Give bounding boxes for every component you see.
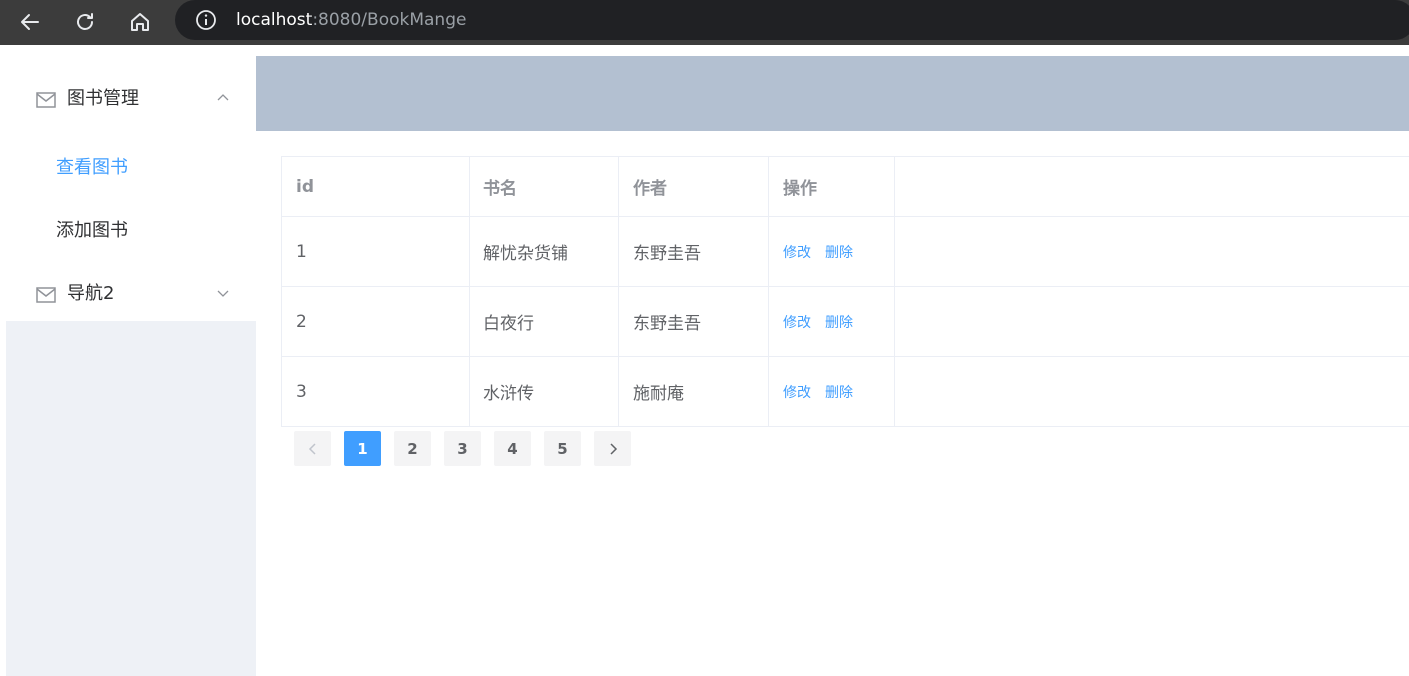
table-row: 1 解忧杂货铺 东野圭吾 修改 删除: [281, 217, 1409, 287]
column-header-id: id: [281, 157, 470, 216]
cell-book-name: 白夜行: [469, 287, 619, 356]
prev-page-button[interactable]: [294, 431, 331, 466]
table-row: 3 水浒传 施耐庵 修改 删除: [281, 357, 1409, 427]
submenu-title-label: 导航2: [67, 283, 115, 304]
cell-actions: 修改 删除: [769, 217, 895, 286]
column-header-author: 作者: [619, 157, 769, 216]
address-bar[interactable]: localhost:8080/BookMange: [175, 0, 1409, 40]
page-button-3[interactable]: 3: [444, 431, 481, 466]
chevron-right-icon: [609, 442, 617, 455]
sidebar-menu: 图书管理 查看图书 添加图书 导航2: [6, 56, 256, 321]
info-icon[interactable]: [195, 9, 217, 31]
url-path: :8080/BookMange: [312, 10, 467, 30]
delete-link[interactable]: 删除: [825, 242, 853, 262]
cell-author: 施耐庵: [619, 357, 769, 426]
edit-link[interactable]: 修改: [783, 242, 811, 262]
cell-id: 2: [281, 287, 470, 356]
menu-item-add-book[interactable]: 添加图书: [6, 201, 256, 257]
delete-link[interactable]: 删除: [825, 312, 853, 332]
column-header-name: 书名: [469, 157, 619, 216]
mail-icon: [36, 287, 56, 303]
cell-author: 东野圭吾: [619, 217, 769, 286]
column-header-actions: 操作: [769, 157, 895, 216]
menu-item-label: 查看图书: [56, 157, 128, 178]
mail-icon: [36, 92, 56, 108]
chevron-up-icon: [217, 94, 229, 101]
submenu-nav2[interactable]: 导航2: [6, 259, 256, 315]
menu-item-view-books[interactable]: 查看图书: [6, 138, 256, 194]
url-host: localhost: [236, 10, 313, 30]
cell-book-name: 解忧杂货铺: [469, 217, 619, 286]
back-button[interactable]: [14, 6, 46, 38]
edit-link[interactable]: 修改: [783, 312, 811, 332]
browser-toolbar: localhost:8080/BookMange: [0, 0, 1409, 45]
chevron-down-icon: [217, 290, 229, 297]
table-header-row: id 书名 作者 操作: [281, 157, 1409, 217]
arrow-left-icon: [21, 14, 39, 30]
sidebar: 图书管理 查看图书 添加图书 导航2: [6, 56, 256, 676]
page-button-2[interactable]: 2: [394, 431, 431, 466]
next-page-button[interactable]: [594, 431, 631, 466]
cell-author: 东野圭吾: [619, 287, 769, 356]
cell-actions: 修改 删除: [769, 287, 895, 356]
cell-id: 3: [281, 357, 470, 426]
cell-book-name: 水浒传: [469, 357, 619, 426]
page-header: [256, 56, 1409, 131]
delete-link[interactable]: 删除: [825, 382, 853, 402]
url-text[interactable]: localhost:8080/BookMange: [236, 10, 466, 30]
home-button[interactable]: [124, 6, 156, 38]
cell-id: 1: [281, 217, 470, 286]
cell-actions: 修改 删除: [769, 357, 895, 426]
submenu-title-label: 图书管理: [67, 88, 139, 109]
page-button-4[interactable]: 4: [494, 431, 531, 466]
book-table: id 书名 作者 操作 1 解忧杂货铺 东野圭吾 修改 删除 2 白夜行 东野圭…: [281, 156, 1409, 427]
submenu-book-management[interactable]: 图书管理: [6, 64, 256, 120]
table-row: 2 白夜行 东野圭吾 修改 删除: [281, 287, 1409, 357]
home-icon: [131, 13, 149, 31]
chevron-left-icon: [308, 442, 316, 455]
edit-link[interactable]: 修改: [783, 382, 811, 402]
reload-icon: [77, 13, 93, 30]
reload-button[interactable]: [69, 6, 101, 38]
page-button-5[interactable]: 5: [544, 431, 581, 466]
menu-item-label: 添加图书: [56, 220, 128, 241]
page-button-1[interactable]: 1: [344, 431, 381, 466]
